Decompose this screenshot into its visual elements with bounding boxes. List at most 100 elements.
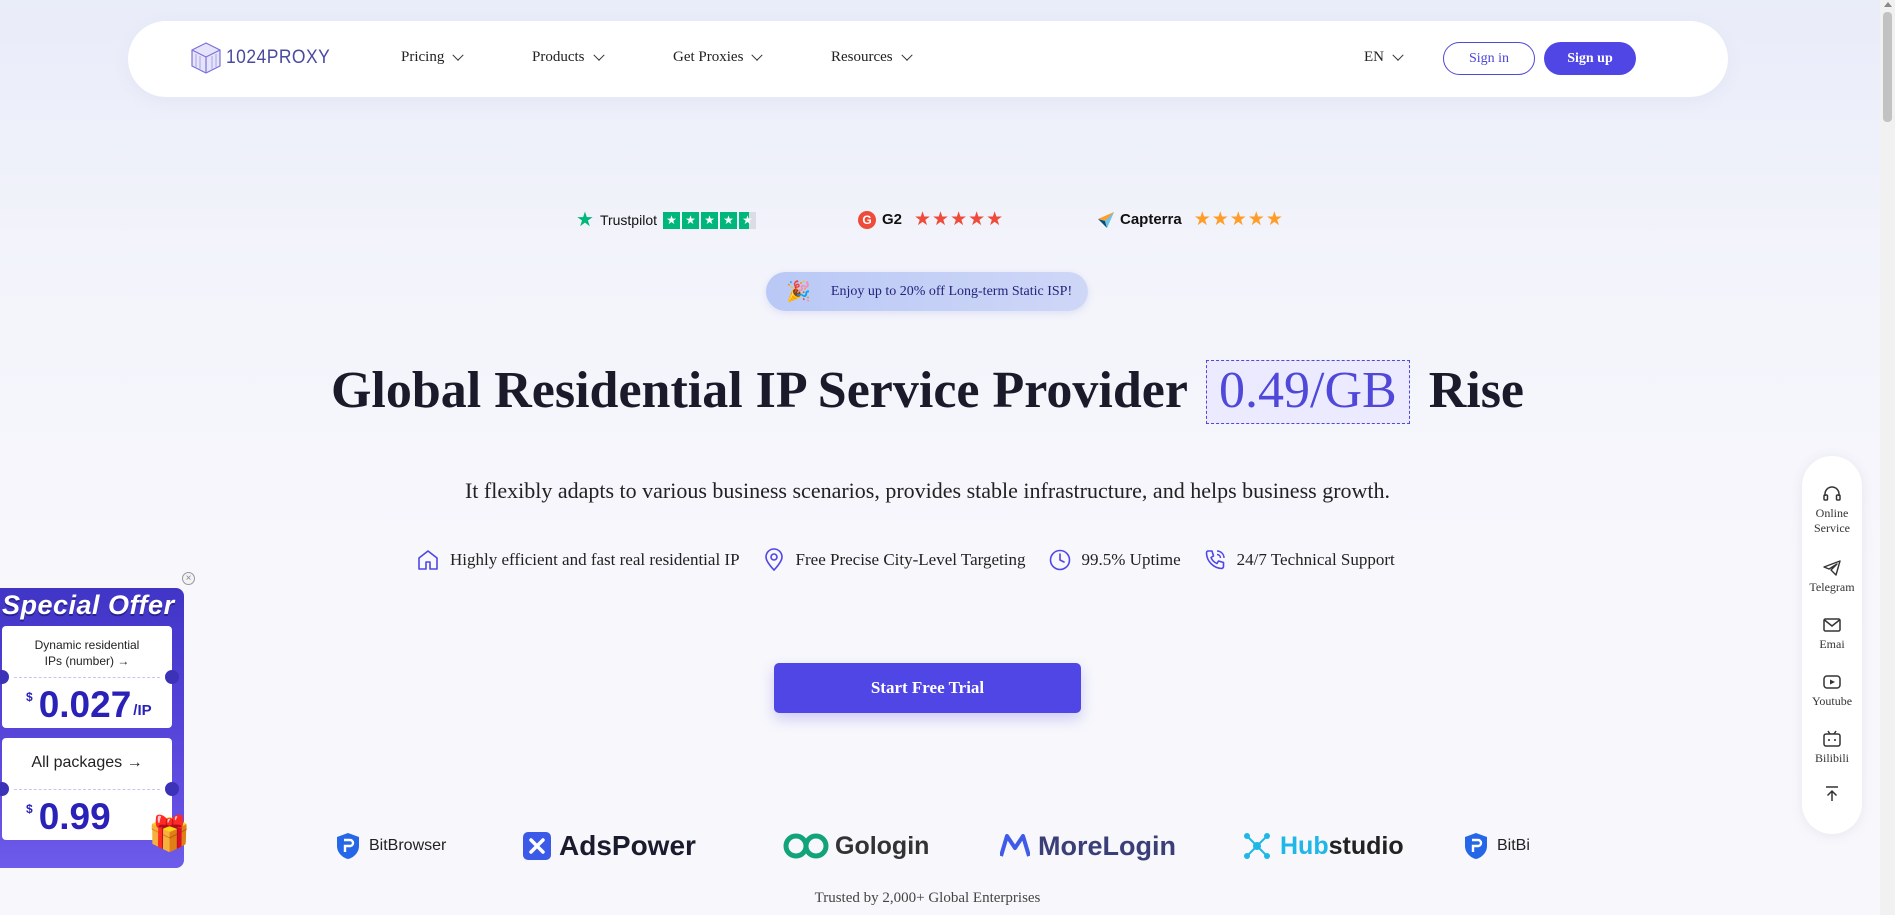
party-popper-icon: 🎉 <box>786 281 811 303</box>
price-unit: /IP <box>133 702 152 719</box>
sign-in-button[interactable]: Sign in <box>1443 42 1535 75</box>
g2-stars: ★★★★★ <box>914 209 1005 230</box>
nav-products-label: Products <box>532 49 585 65</box>
location-pin-icon <box>764 548 783 572</box>
g2-logo-icon: G <box>858 210 876 229</box>
g2-label: G2 <box>882 211 903 228</box>
ticket-notch <box>0 782 9 796</box>
chevron-down-icon <box>900 49 913 61</box>
gologin-logo-icon <box>783 833 829 859</box>
top-navbar: 1024PROXY Pricing Products Get Proxies R… <box>128 21 1728 97</box>
offer-card-title: All packages → <box>31 754 143 771</box>
special-offer-title: Special Offer <box>2 590 175 620</box>
partner-name: MoreLogin <box>1038 830 1176 861</box>
headset-icon <box>1823 486 1841 501</box>
page-scrollbar[interactable] <box>1880 0 1895 915</box>
logo[interactable]: 1024PROXY <box>190 41 339 75</box>
partner-bitbrowser-repeat: BitBi <box>1463 828 1530 864</box>
trustpilot-stars: ★ ★ ★ ★ ★ <box>663 211 756 229</box>
ticket-notch <box>165 782 179 796</box>
offer-card-dynamic[interactable]: Dynamic residential IPs (number) → $ 0.0… <box>0 626 179 728</box>
adspower-logo-icon <box>523 832 551 860</box>
sign-up-button[interactable]: Sign up <box>1544 42 1636 75</box>
back-to-top-button[interactable] <box>1802 784 1862 806</box>
feature-label: Highly efficient and fast real residenti… <box>450 550 740 569</box>
chevron-down-icon <box>452 49 465 61</box>
promo-banner[interactable]: 🎉 Enjoy up to 20% off Long-term Static I… <box>766 272 1088 311</box>
chevron-down-icon <box>751 49 764 61</box>
trustpilot-label: Trustpilot <box>599 212 657 228</box>
scroll-up-arrow-icon[interactable] <box>1884 2 1892 7</box>
sidebar-label: Service <box>1814 521 1850 535</box>
partner-name: AdsPower <box>559 830 696 861</box>
chevron-down-icon <box>1392 49 1404 61</box>
special-offer-widget[interactable]: × Special Offer Dynamic residential IPs … <box>0 572 195 870</box>
currency-symbol: $ <box>26 802 33 816</box>
offer-card-all-packages[interactable]: All packages → $ 0.99 <box>0 738 179 840</box>
hero-title-suffix: Rise <box>1428 362 1525 419</box>
partner-hubstudio: Hubstudio <box>1242 828 1404 864</box>
bilibili-icon <box>1823 730 1841 747</box>
partner-name: BitBi <box>1497 837 1530 854</box>
nav-get-proxies-label: Get Proxies <box>673 49 744 65</box>
feature-item: 99.5% Uptime <box>1048 548 1181 572</box>
trustpilot-rating[interactable]: ★ Trustpilot ★ ★ ★ ★ ★ <box>576 210 756 230</box>
chevron-down-icon <box>592 49 605 61</box>
ticket-notch <box>165 670 179 684</box>
ticket-divider <box>14 677 160 678</box>
partner-name: Gologin <box>835 831 930 860</box>
nav-resources[interactable]: Resources <box>831 49 913 66</box>
language-label: EN <box>1364 49 1384 65</box>
nav-pricing[interactable]: Pricing <box>401 49 465 66</box>
partner-logos: BitBrowser AdsPower Gologin MoreLogin Hu… <box>335 828 1530 864</box>
offer-card-price: $ 0.99 <box>26 798 111 835</box>
partner-bitbrowser: BitBrowser <box>335 828 446 864</box>
language-select[interactable]: EN <box>1364 49 1404 66</box>
feature-label: 99.5% Uptime <box>1081 550 1181 569</box>
telegram-button[interactable]: Telegram <box>1802 558 1862 595</box>
ticket-divider <box>14 789 160 790</box>
g2-rating[interactable]: G G2 ★★★★★ <box>858 210 1004 229</box>
email-button[interactable]: Emai <box>1802 615 1862 652</box>
ticket-notch <box>0 670 9 684</box>
sidebar-label: Telegram <box>1809 580 1855 594</box>
partner-name-part: Hub <box>1280 831 1329 860</box>
hero-title-text: Global Residential IP Service Provider <box>330 362 1187 419</box>
partner-adspower: AdsPower <box>523 828 696 864</box>
partner-gologin: Gologin <box>783 828 929 864</box>
capterra-label: Capterra <box>1120 211 1182 228</box>
feature-list: Highly efficient and fast real residenti… <box>416 548 1417 572</box>
feature-label: 24/7 Technical Support <box>1236 550 1395 569</box>
nav-products[interactable]: Products <box>532 49 605 66</box>
capterra-rating[interactable]: Capterra ★★★★★ <box>1098 210 1284 229</box>
hubstudio-logo-icon <box>1244 833 1270 859</box>
mail-icon <box>1823 618 1841 632</box>
offer-card-title: Dynamic residential IPs (number) → <box>2 626 172 669</box>
floating-contact-bar: Online Service Telegram Emai Youtube Bil… <box>1802 456 1862 834</box>
scrollbar-thumb[interactable] <box>1883 12 1892 122</box>
phone-icon <box>1205 550 1225 570</box>
capterra-stars: ★★★★★ <box>1193 209 1284 230</box>
partner-morelogin: MoreLogin <box>1000 828 1176 864</box>
nav-get-proxies[interactable]: Get Proxies <box>673 49 764 66</box>
bilibili-button[interactable]: Bilibili <box>1802 729 1862 766</box>
start-free-trial-button[interactable]: Start Free Trial <box>774 663 1081 713</box>
logo-cube-icon <box>191 42 221 74</box>
feature-item: Free Precise City-Level Targeting <box>762 548 1026 572</box>
clock-icon <box>1049 549 1070 571</box>
partner-name-part: studio <box>1328 831 1404 860</box>
sidebar-label: Bilibili <box>1814 751 1849 765</box>
sidebar-label: Youtube <box>1811 694 1853 708</box>
sidebar-label: Emai <box>1819 637 1845 651</box>
youtube-button[interactable]: Youtube <box>1802 672 1862 709</box>
capterra-logo-icon <box>1098 211 1114 228</box>
close-icon[interactable]: × <box>182 572 195 585</box>
morelogin-logo-icon <box>1000 834 1030 857</box>
bitbrowser-shield-icon <box>1465 833 1487 859</box>
promo-text: Enjoy up to 20% off Long-term Static ISP… <box>830 283 1073 299</box>
partner-name: BitBrowser <box>369 837 447 854</box>
logo-text: 1024PROXY <box>226 47 331 68</box>
price-value: 0.027 <box>38 684 132 725</box>
youtube-icon <box>1823 675 1841 689</box>
online-service-button[interactable]: Online Service <box>1802 484 1862 536</box>
